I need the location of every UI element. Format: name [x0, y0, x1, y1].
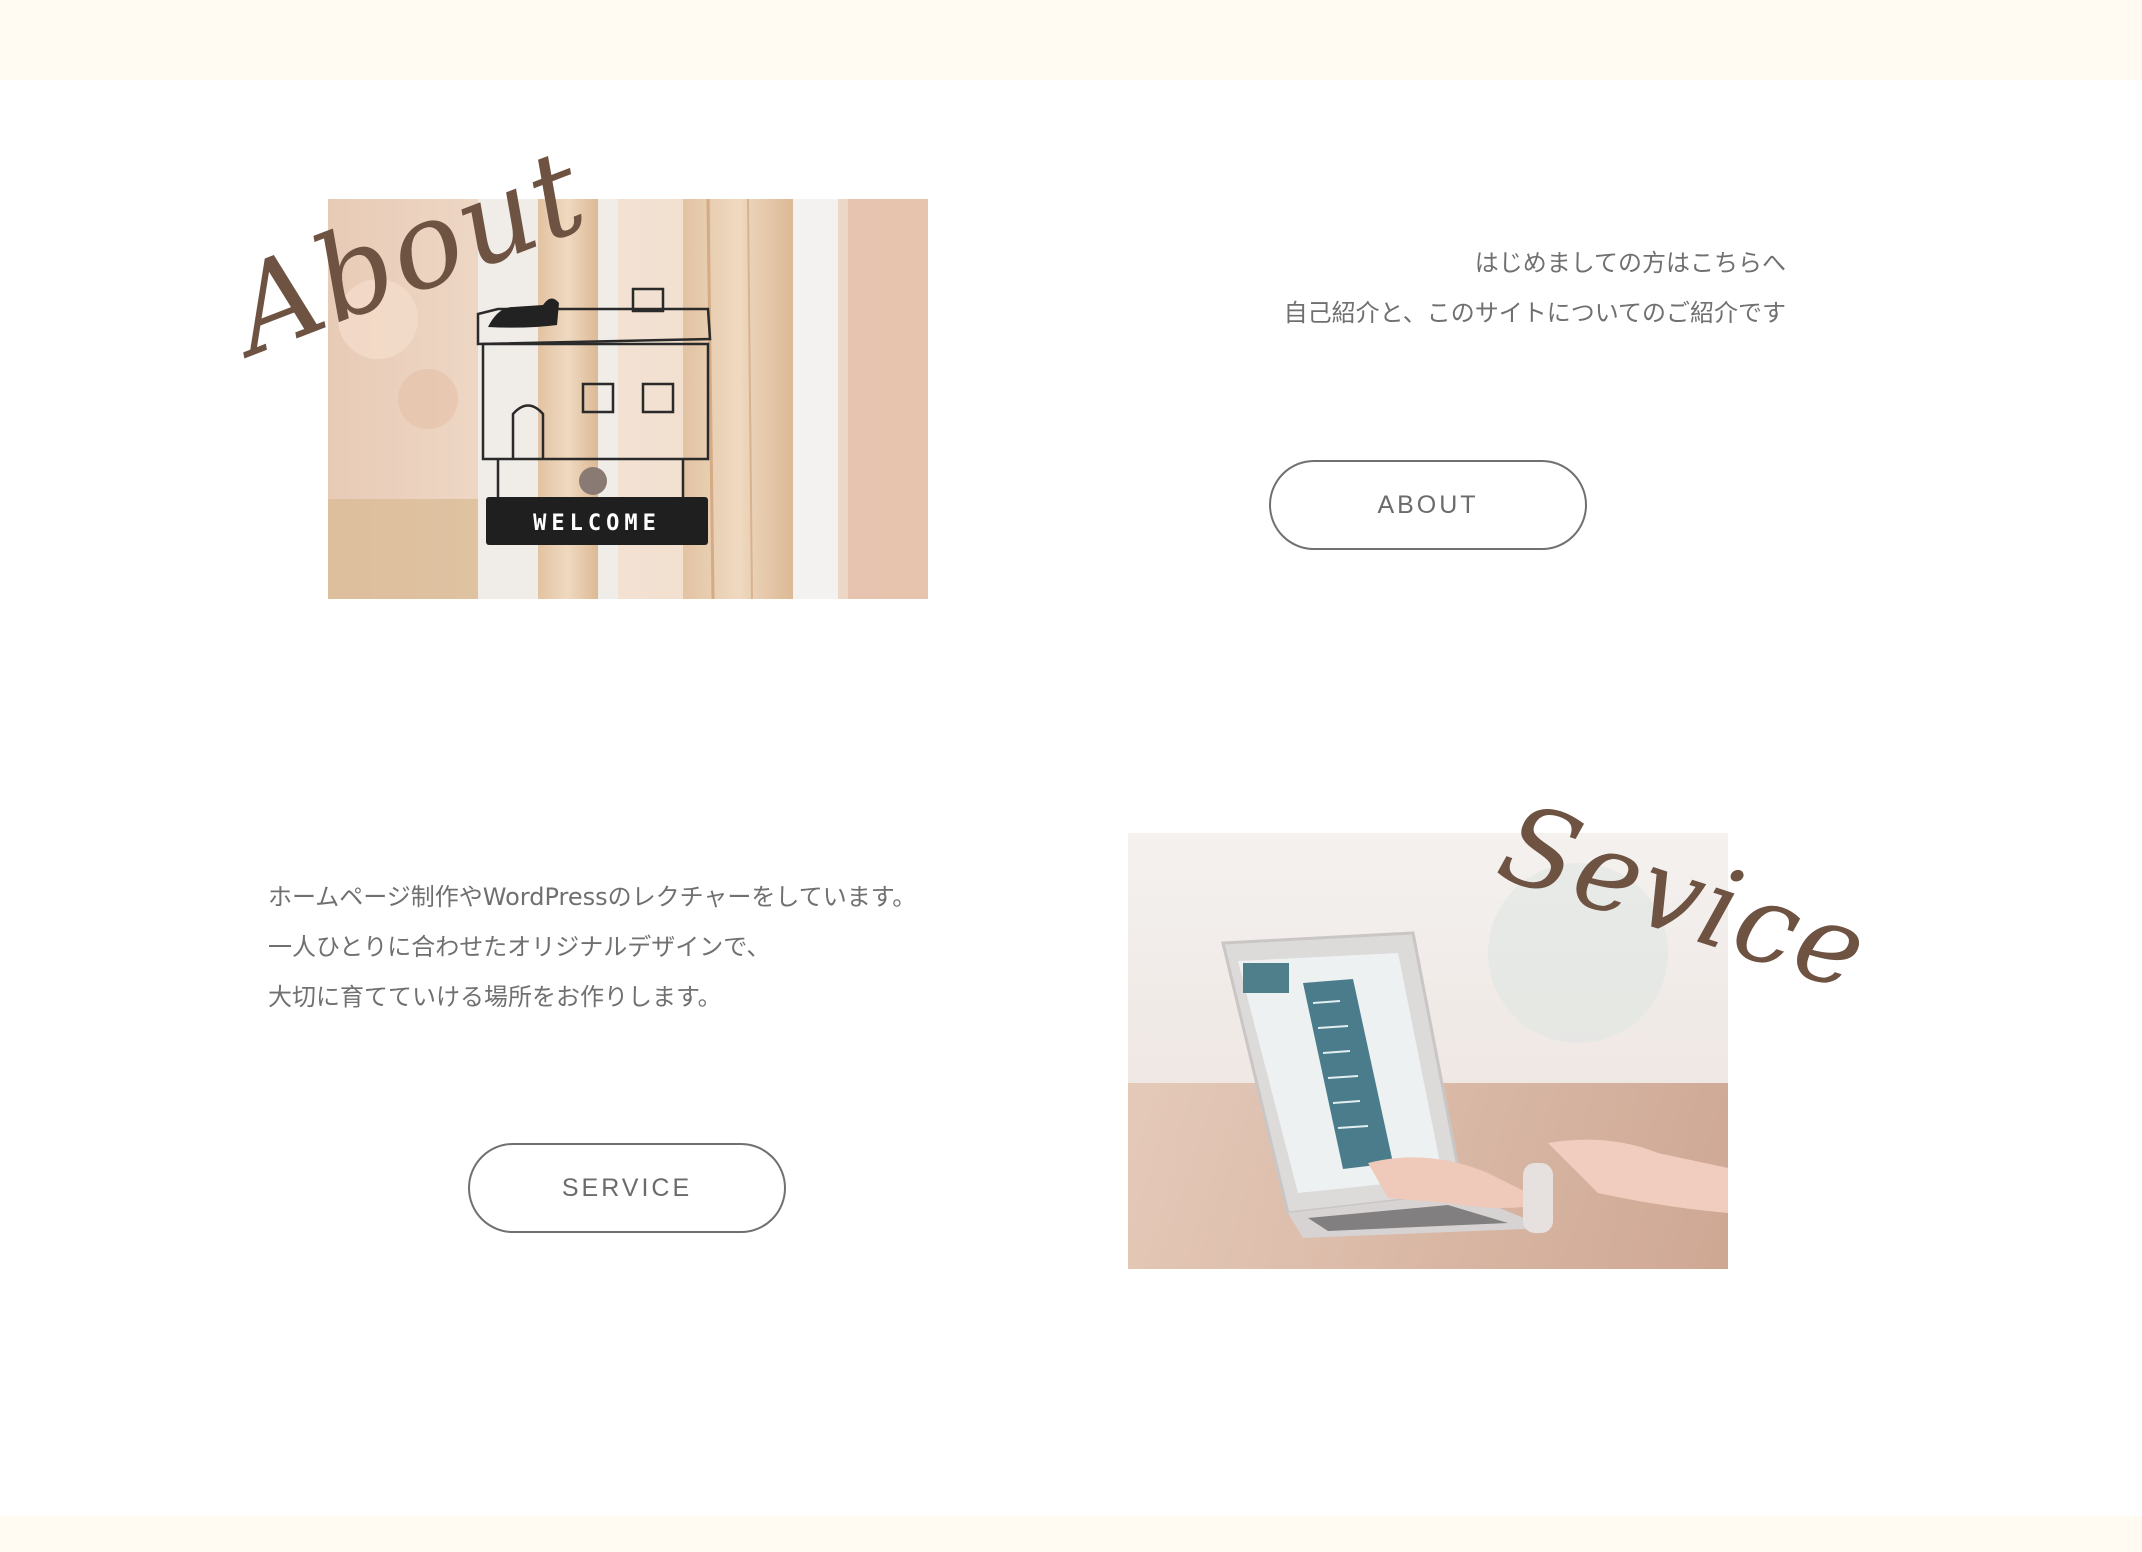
about-description: はじめましての方はこちらへ 自己紹介と、このサイトについてのご紹介です — [1260, 238, 1786, 338]
service-line-3: 大切に育てていける場所をお作りします。 — [268, 983, 722, 1011]
service-button[interactable]: SERVICE — [468, 1143, 786, 1233]
bottom-band — [0, 1516, 2142, 1552]
service-line-2: 一人ひとりに合わせたオリジナルデザインで、 — [268, 933, 771, 961]
about-line-1: はじめましての方はこちらへ — [1474, 249, 1786, 277]
about-line-2: 自己紹介と、このサイトについてのご紹介です — [1283, 299, 1786, 327]
service-line-1: ホームページ制作やWordPressのレクチャーをしています。 — [268, 883, 917, 911]
top-band — [0, 0, 2142, 80]
welcome-sign-text: WELCOME — [533, 511, 661, 536]
service-description: ホームページ制作やWordPressのレクチャーをしています。 一人ひとりに合わ… — [268, 872, 988, 1022]
about-button[interactable]: ABOUT — [1269, 460, 1587, 550]
